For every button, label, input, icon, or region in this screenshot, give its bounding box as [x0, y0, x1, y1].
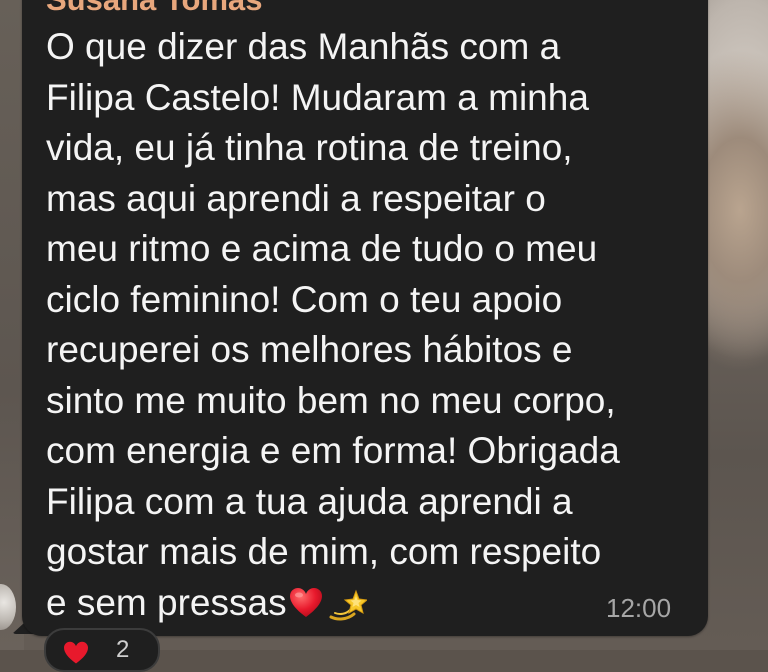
message-line: Filipa com a tua ajuda aprendi a	[46, 480, 573, 522]
red-heart-emoji-icon	[289, 587, 322, 617]
message-line-last: e sem pressas	[46, 578, 696, 629]
dizzy-emoji-icon	[329, 589, 367, 620]
message-line: Filipa Castelo! Mudaram a minha	[46, 76, 589, 118]
message-line: O que dizer das Manhãs com a	[46, 26, 561, 67]
message-line: ciclo feminino! Com o teu apoio	[46, 278, 563, 320]
message-line: recuperei os melhores hábitos e	[46, 329, 573, 370]
message-line: mas aqui aprendi a respeitar o	[46, 177, 546, 219]
sender-name[interactable]: Susana Tomás	[46, 0, 263, 18]
message-text[interactable]: O que dizer das Manhãs com a Filipa Cast…	[46, 22, 696, 628]
message-timestamp: 12:00	[606, 593, 672, 623]
reaction-count: 2	[116, 636, 130, 663]
message-line: gostar mais de mim, com respeito	[46, 531, 602, 572]
message-line: com energia e em forma! Obrigada	[46, 430, 620, 471]
message-line: sinto me muito bem no meu corpo,	[46, 379, 616, 421]
message-line-last-text: e sem pressas	[46, 581, 287, 623]
message-line: meu ritmo e acima de tudo o meu	[46, 228, 598, 269]
chat-margin	[0, 0, 24, 650]
message-line: vida, eu já tinha rotina de treino,	[46, 127, 573, 168]
red-heart-reaction-icon	[64, 641, 88, 664]
